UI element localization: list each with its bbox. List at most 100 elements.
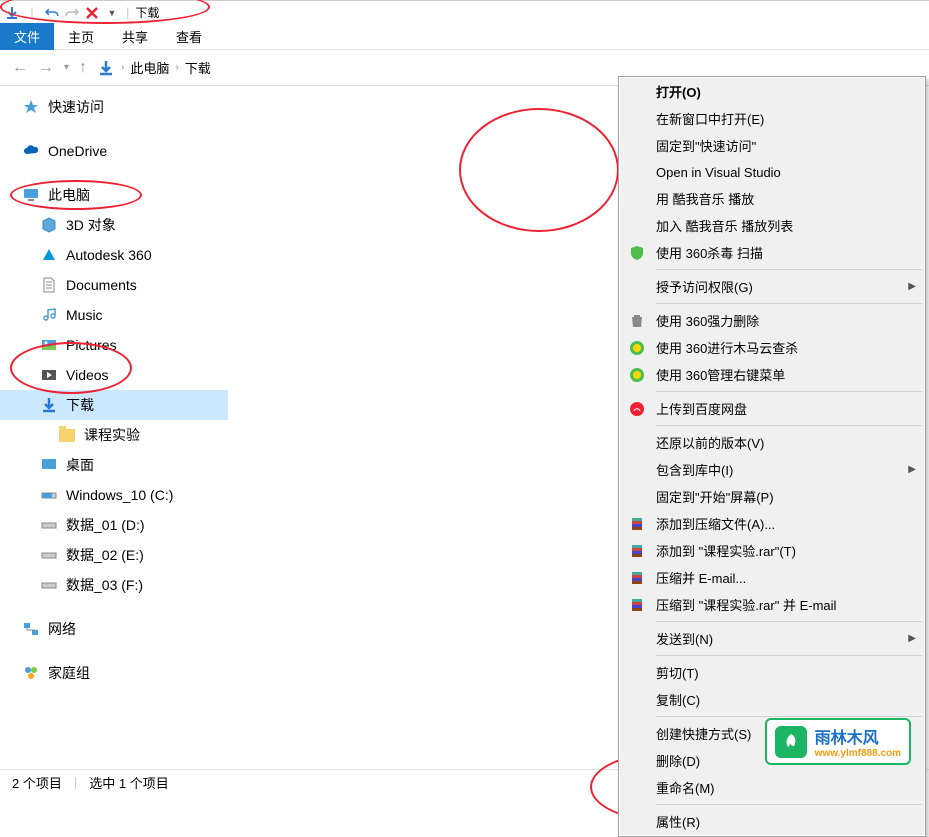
pictures-icon	[40, 336, 58, 354]
status-selected-count: 选中 1 个项目	[89, 773, 168, 792]
rar-icon	[626, 569, 648, 587]
tab-view[interactable]: 查看	[162, 23, 216, 50]
sidebar-music[interactable]: Music	[0, 300, 228, 330]
divider: |	[126, 5, 129, 20]
ctx-360-delete[interactable]: 使用 360强力删除	[620, 307, 924, 334]
sidebar-downloads[interactable]: 下载	[0, 390, 228, 420]
dropdown-icon[interactable]: ▼	[104, 5, 120, 21]
sidebar-homegroup[interactable]: 家庭组	[0, 658, 228, 688]
360-icon	[626, 366, 648, 384]
star-icon	[22, 98, 40, 116]
sidebar-drive-e[interactable]: 数据_02 (E:)	[0, 540, 228, 570]
breadcrumb: › 此电脑 › 下载	[97, 58, 211, 77]
ctx-visual-studio[interactable]: Open in Visual Studio	[620, 159, 924, 185]
watermark-url: www.ylmf888.com	[815, 748, 901, 759]
chevron-right-icon: ▶	[908, 281, 916, 292]
ctx-copy[interactable]: 复制(C)	[620, 686, 924, 713]
drive-icon	[40, 576, 58, 594]
chevron-right-icon: ▶	[908, 633, 916, 644]
tab-share[interactable]: 共享	[108, 23, 162, 50]
back-button[interactable]: ←	[12, 59, 28, 77]
ctx-compress-rar-email[interactable]: 压缩到 "课程实验.rar" 并 E-mail	[620, 591, 924, 618]
desktop-icon	[40, 456, 58, 474]
sidebar-onedrive[interactable]: OneDrive	[0, 136, 228, 166]
divider-icon: |	[24, 5, 40, 21]
music-icon	[40, 306, 58, 324]
ctx-properties[interactable]: 属性(R)	[620, 808, 924, 835]
ctx-add-rar[interactable]: 添加到 "课程实验.rar"(T)	[620, 537, 924, 564]
watermark-title: 雨林木风	[815, 724, 901, 748]
trash-icon	[626, 312, 648, 330]
sidebar-3d-objects[interactable]: 3D 对象	[0, 210, 228, 240]
tab-home[interactable]: 主页	[54, 23, 108, 50]
redo-icon[interactable]	[64, 5, 80, 21]
sidebar-subfolder[interactable]: 课程实验	[0, 420, 228, 450]
close-x-icon[interactable]	[84, 5, 100, 21]
ctx-360-scan[interactable]: 使用 360杀毒 扫描	[620, 239, 924, 266]
ctx-pin-quick[interactable]: 固定到"快速访问"	[620, 132, 924, 159]
cloud-icon	[22, 142, 40, 160]
ctx-access[interactable]: 授予访问权限(G)▶	[620, 273, 924, 300]
sidebar-network[interactable]: 网络	[0, 614, 228, 644]
crumb-this-pc[interactable]: 此电脑	[130, 58, 169, 77]
ribbon-tabs: 文件 主页 共享 查看	[0, 24, 929, 50]
ctx-new-window[interactable]: 在新窗口中打开(E)	[620, 105, 924, 132]
sidebar-drive-d[interactable]: 数据_01 (D:)	[0, 510, 228, 540]
ctx-rename[interactable]: 重命名(M)	[620, 774, 924, 801]
sidebar-drive-c[interactable]: Windows_10 (C:)	[0, 480, 228, 510]
window-title: 下载	[135, 4, 159, 21]
ctx-cut[interactable]: 剪切(T)	[620, 659, 924, 686]
ctx-include-library[interactable]: 包含到库中(I)▶	[620, 456, 924, 483]
tab-file[interactable]: 文件	[0, 23, 54, 50]
leaf-icon	[775, 726, 807, 758]
shield-icon	[626, 244, 648, 262]
sidebar-pictures[interactable]: Pictures	[0, 330, 228, 360]
crumb-downloads[interactable]: 下载	[185, 58, 211, 77]
chevron-right-icon: ›	[121, 62, 124, 73]
history-dropdown[interactable]: ▾	[64, 62, 69, 73]
ctx-360-menu[interactable]: 使用 360管理右键菜单	[620, 361, 924, 388]
download-icon	[40, 396, 58, 414]
folder-icon	[58, 426, 76, 444]
network-icon	[22, 620, 40, 638]
sidebar-drive-f[interactable]: 数据_03 (F:)	[0, 570, 228, 600]
rar-icon	[626, 515, 648, 533]
cube-icon	[40, 216, 58, 234]
chevron-right-icon: ▶	[908, 464, 916, 475]
ctx-baidu-upload[interactable]: 上传到百度网盘	[620, 395, 924, 422]
forward-button[interactable]: →	[38, 59, 54, 77]
360-icon	[626, 339, 648, 357]
navigation-pane: 快速访问 OneDrive 此电脑 3D 对象 Autodesk 360 Doc…	[0, 86, 228, 769]
monitor-icon	[22, 186, 40, 204]
homegroup-icon	[22, 664, 40, 682]
drive-icon	[40, 516, 58, 534]
ctx-kuwo-play[interactable]: 用 酷我音乐 播放	[620, 185, 924, 212]
ctx-add-archive[interactable]: 添加到压缩文件(A)...	[620, 510, 924, 537]
sidebar-autodesk[interactable]: Autodesk 360	[0, 240, 228, 270]
document-icon	[40, 276, 58, 294]
sidebar-desktop[interactable]: 桌面	[0, 450, 228, 480]
ctx-open[interactable]: 打开(O)	[620, 78, 924, 105]
ctx-kuwo-list[interactable]: 加入 酷我音乐 播放列表	[620, 212, 924, 239]
autodesk-icon	[40, 246, 58, 264]
up-button[interactable]: ↑	[79, 59, 87, 77]
undo-icon[interactable]	[44, 5, 60, 21]
status-item-count: 2 个项目	[12, 773, 62, 792]
sidebar-documents[interactable]: Documents	[0, 270, 228, 300]
sidebar-quick-access[interactable]: 快速访问	[0, 92, 228, 122]
baidu-icon	[626, 400, 648, 418]
download-location-icon	[97, 59, 115, 77]
drive-icon	[40, 546, 58, 564]
chevron-right-icon: ›	[175, 62, 178, 73]
ctx-360-trojan[interactable]: 使用 360进行木马云查杀	[620, 334, 924, 361]
ctx-restore[interactable]: 还原以前的版本(V)	[620, 429, 924, 456]
ctx-send-to[interactable]: 发送到(N)▶	[620, 625, 924, 652]
video-icon	[40, 366, 58, 384]
title-bar: | ▼ | 下载	[0, 0, 929, 24]
ctx-pin-start[interactable]: 固定到"开始"屏幕(P)	[620, 483, 924, 510]
watermark: 雨林木风 www.ylmf888.com	[765, 718, 911, 765]
sidebar-videos[interactable]: Videos	[0, 360, 228, 390]
sidebar-this-pc[interactable]: 此电脑	[0, 180, 228, 210]
ctx-compress-email[interactable]: 压缩并 E-mail...	[620, 564, 924, 591]
rar-icon	[626, 542, 648, 560]
